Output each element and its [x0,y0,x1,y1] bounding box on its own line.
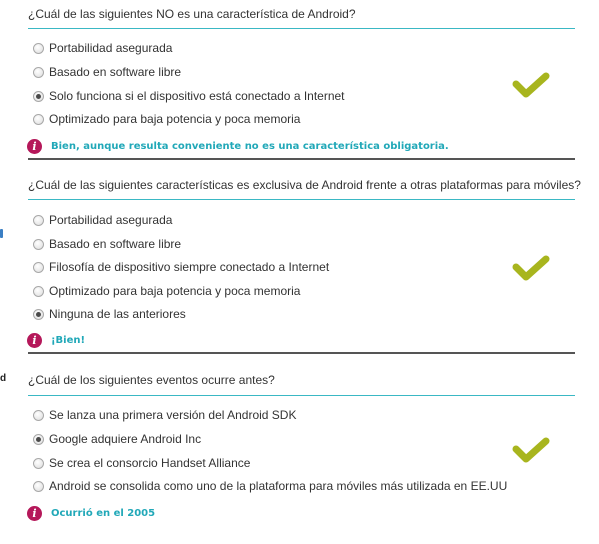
radio-button[interactable] [33,66,44,78]
question-3-text: ¿Cuál de los siguientes eventos ocurre a… [28,373,275,387]
feedback-text: Ocurrió en el 2005 [51,507,156,519]
option-label: Portabilidad asegurada [49,41,173,55]
option-label: Basado en software libre [49,65,182,79]
question-3-rule [28,395,575,396]
radio-button-selected[interactable] [33,308,44,320]
option-label: Se lanza una primera versión del Android… [49,408,297,422]
question-3-option-3[interactable]: Se crea el consorcio Handset Alliance [33,455,250,471]
question-divider [28,352,575,354]
radio-button[interactable] [33,238,44,250]
edge-marker [0,229,3,238]
option-label: Portabilidad asegurada [49,213,173,227]
option-label: Android se consolida como uno de la plat… [49,479,508,493]
checkmark-icon [512,255,550,281]
question-2-option-4[interactable]: Optimizado para baja potencia y poca mem… [33,283,300,299]
feedback-text: ¡Bien! [51,334,86,346]
radio-button[interactable] [33,261,44,273]
option-label: Basado en software libre [49,237,182,251]
info-icon: i [27,332,42,348]
option-label: Solo funciona si el dispositivo está con… [49,89,345,103]
radio-button[interactable] [33,480,44,492]
radio-button-selected[interactable] [33,90,44,102]
option-label: Optimizado para baja potencia y poca mem… [49,112,301,126]
question-3-option-1[interactable]: Se lanza una primera versión del Android… [33,407,296,423]
radio-button[interactable] [33,214,44,226]
question-1-rule [28,28,575,29]
radio-button[interactable] [33,42,44,54]
question-1-text: ¿Cuál de las siguientes NO es una caract… [28,7,356,21]
question-1-option-1[interactable]: Portabilidad asegurada [33,40,172,56]
radio-button[interactable] [33,409,44,421]
checkmark-icon [512,72,550,98]
question-2-rule [28,199,575,200]
radio-button-selected[interactable] [33,433,44,445]
option-label: Optimizado para baja potencia y poca mem… [49,284,301,298]
question-2-feedback: i ¡Bien! [27,332,85,348]
question-3-option-2[interactable]: Google adquiere Android Inc [33,431,201,447]
question-3-feedback: i Ocurrió en el 2005 [27,505,155,521]
question-2-text: ¿Cuál de las siguientes características … [28,178,581,192]
question-1-option-3[interactable]: Solo funciona si el dispositivo está con… [33,88,345,104]
option-label: Se crea el consorcio Handset Alliance [49,456,251,470]
edge-letter: d [0,373,7,384]
question-1-option-2[interactable]: Basado en software libre [33,64,181,80]
question-1-feedback: i Bien, aunque resulta conveniente no es… [27,138,449,154]
quiz-review: ¿Cuál de las siguientes NO es una caract… [0,0,599,544]
info-icon: i [27,505,42,521]
radio-button[interactable] [33,113,44,125]
radio-button[interactable] [33,457,44,469]
option-label: Filosofía de dispositivo siempre conecta… [49,260,330,274]
question-2-option-1[interactable]: Portabilidad asegurada [33,212,172,228]
info-icon: i [27,138,42,154]
question-divider [28,158,575,160]
option-label: Ninguna de las anteriores [49,307,186,321]
question-2-option-3[interactable]: Filosofía de dispositivo siempre conecta… [33,259,329,275]
question-1-option-4[interactable]: Optimizado para baja potencia y poca mem… [33,111,300,127]
feedback-text: Bien, aunque resulta conveniente no es u… [51,140,449,152]
radio-button[interactable] [33,285,44,297]
option-label: Google adquiere Android Inc [49,432,202,446]
question-2-option-5[interactable]: Ninguna de las anteriores [33,306,186,322]
question-2-option-2[interactable]: Basado en software libre [33,236,181,252]
question-3-option-4[interactable]: Android se consolida como uno de la plat… [33,478,507,494]
checkmark-icon [512,437,550,463]
